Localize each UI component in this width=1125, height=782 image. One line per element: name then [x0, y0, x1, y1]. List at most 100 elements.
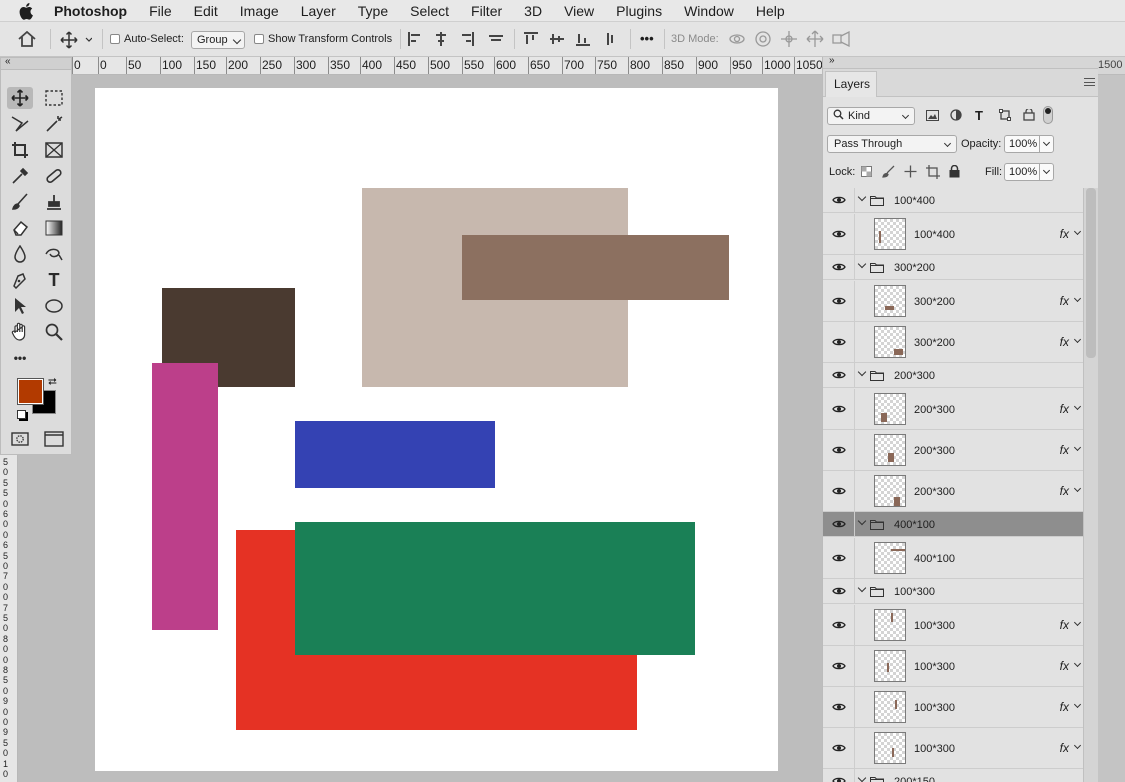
- chevron-down-icon[interactable]: [857, 259, 867, 269]
- layer-thumbnail[interactable]: [874, 542, 906, 574]
- menu-file[interactable]: File: [138, 0, 183, 22]
- visibility-eye-icon[interactable]: [823, 389, 855, 429]
- filter-toggle-switch[interactable]: [1043, 106, 1053, 124]
- layer-effects-badge[interactable]: fx: [1060, 700, 1069, 714]
- type-tool[interactable]: T: [41, 269, 67, 291]
- layer-group-row[interactable]: 200*150: [823, 769, 1083, 782]
- fill-input[interactable]: 100%: [1004, 163, 1054, 181]
- lock-position-icon[interactable]: [904, 165, 917, 181]
- lock-transparent-icon[interactable]: [861, 166, 872, 180]
- visibility-eye-icon[interactable]: [823, 646, 855, 686]
- layer-row[interactable]: fx 300*200: [823, 281, 1083, 322]
- chevron-down-icon[interactable]: [1073, 443, 1082, 452]
- menu-plugins[interactable]: Plugins: [605, 0, 673, 22]
- crop-tool[interactable]: [7, 139, 33, 161]
- swap-colors-icon[interactable]: ⮂: [48, 376, 57, 389]
- distribute-v-icon[interactable]: [604, 32, 618, 49]
- visibility-eye-icon[interactable]: [823, 538, 855, 578]
- layer-effects-badge[interactable]: fx: [1060, 402, 1069, 416]
- layers-panel-header[interactable]: »: [823, 55, 1099, 69]
- 3d-orbit-icon[interactable]: [728, 31, 746, 50]
- menu-app-name[interactable]: Photoshop: [51, 0, 138, 22]
- auto-select-dropdown[interactable]: Group: [191, 31, 245, 49]
- eyedropper-tool[interactable]: [7, 165, 33, 187]
- menu-image[interactable]: Image: [229, 0, 290, 22]
- visibility-eye-icon[interactable]: [823, 605, 855, 645]
- distribute-icon[interactable]: [488, 32, 504, 49]
- collapse-icon[interactable]: «: [5, 56, 11, 67]
- layer-group-row[interactable]: 100*400: [823, 188, 1083, 213]
- tab-layers[interactable]: Layers: [825, 71, 877, 97]
- hand-tool[interactable]: [7, 321, 33, 343]
- chevron-down-icon[interactable]: [1073, 741, 1082, 750]
- 3d-slide-icon[interactable]: [806, 30, 824, 51]
- layer-effects-badge[interactable]: fx: [1060, 227, 1069, 241]
- home-icon[interactable]: [18, 30, 36, 50]
- visibility-eye-icon[interactable]: [823, 281, 855, 321]
- layer-row[interactable]: fx 100*400: [823, 214, 1083, 255]
- document-canvas[interactable]: [95, 88, 778, 771]
- brush-tool[interactable]: [7, 191, 33, 213]
- foreground-color-swatch[interactable]: [17, 378, 44, 405]
- opacity-dropdown-button[interactable]: [1039, 136, 1053, 152]
- visibility-eye-icon[interactable]: [823, 769, 855, 782]
- tools-panel-header[interactable]: «: [1, 56, 71, 70]
- menu-view[interactable]: View: [553, 0, 605, 22]
- layer-effects-badge[interactable]: fx: [1060, 618, 1069, 632]
- menu-layer[interactable]: Layer: [290, 0, 347, 22]
- opacity-input[interactable]: 100%: [1004, 135, 1054, 153]
- layer-group-row[interactable]: 400*100: [823, 512, 1083, 537]
- chevron-down-icon[interactable]: [857, 516, 867, 526]
- visibility-eye-icon[interactable]: [823, 579, 855, 603]
- menu-3d[interactable]: 3D: [513, 0, 553, 22]
- layer-group-row[interactable]: 100*300: [823, 579, 1083, 604]
- layer-thumbnail[interactable]: [874, 285, 906, 317]
- clone-stamp-tool[interactable]: [41, 191, 67, 213]
- layer-effects-badge[interactable]: fx: [1060, 484, 1069, 498]
- quick-mask-icon[interactable]: [7, 428, 33, 450]
- align-top-icon[interactable]: [524, 32, 538, 49]
- screen-mode-icon[interactable]: [41, 428, 67, 450]
- chevron-down-icon[interactable]: [857, 583, 867, 593]
- rect-green[interactable]: [295, 522, 695, 655]
- layer-row[interactable]: fx 100*300: [823, 687, 1083, 728]
- layer-effects-badge[interactable]: fx: [1060, 335, 1069, 349]
- menu-type[interactable]: Type: [347, 0, 399, 22]
- fill-dropdown-button[interactable]: [1039, 164, 1053, 180]
- more-tools-icon[interactable]: •••: [7, 347, 33, 369]
- magic-wand-tool[interactable]: [41, 113, 67, 135]
- layer-thumbnail[interactable]: [874, 434, 906, 466]
- layer-thumbnail[interactable]: [874, 732, 906, 764]
- filter-smart-object-icon[interactable]: [1023, 107, 1035, 124]
- menu-window[interactable]: Window: [673, 0, 745, 22]
- menu-help[interactable]: Help: [745, 0, 796, 22]
- layer-row[interactable]: fx 300*200: [823, 322, 1083, 363]
- expand-icon[interactable]: »: [829, 55, 835, 66]
- layer-thumbnail[interactable]: [874, 218, 906, 250]
- layer-effects-badge[interactable]: fx: [1060, 741, 1069, 755]
- marquee-tool[interactable]: [41, 87, 67, 109]
- chevron-down-icon[interactable]: [857, 192, 867, 202]
- menu-select[interactable]: Select: [399, 0, 460, 22]
- layer-group-row[interactable]: 200*300: [823, 363, 1083, 388]
- path-selection-tool[interactable]: [7, 295, 33, 317]
- filter-shape-icon[interactable]: [999, 109, 1011, 124]
- zoom-tool[interactable]: [41, 321, 67, 343]
- blend-mode-dropdown[interactable]: Pass Through: [827, 135, 957, 153]
- menu-filter[interactable]: Filter: [460, 0, 513, 22]
- visibility-eye-icon[interactable]: [823, 512, 855, 536]
- scrollbar-thumb[interactable]: [1086, 188, 1096, 358]
- layer-effects-badge[interactable]: fx: [1060, 294, 1069, 308]
- 3d-pan-icon[interactable]: [780, 30, 798, 51]
- canvas-area[interactable]: [18, 75, 822, 782]
- layer-group-row[interactable]: 300*200: [823, 255, 1083, 280]
- move-tool[interactable]: [7, 87, 33, 109]
- filter-type-icon[interactable]: T: [975, 108, 983, 123]
- rect-mocha[interactable]: [462, 235, 729, 300]
- 3d-roll-icon[interactable]: [754, 30, 772, 51]
- filter-kind-dropdown[interactable]: Kind: [827, 107, 915, 125]
- layer-thumbnail[interactable]: [874, 393, 906, 425]
- layer-row[interactable]: fx 200*300: [823, 471, 1083, 512]
- layers-scrollbar[interactable]: [1083, 188, 1099, 782]
- chevron-down-icon[interactable]: [857, 367, 867, 377]
